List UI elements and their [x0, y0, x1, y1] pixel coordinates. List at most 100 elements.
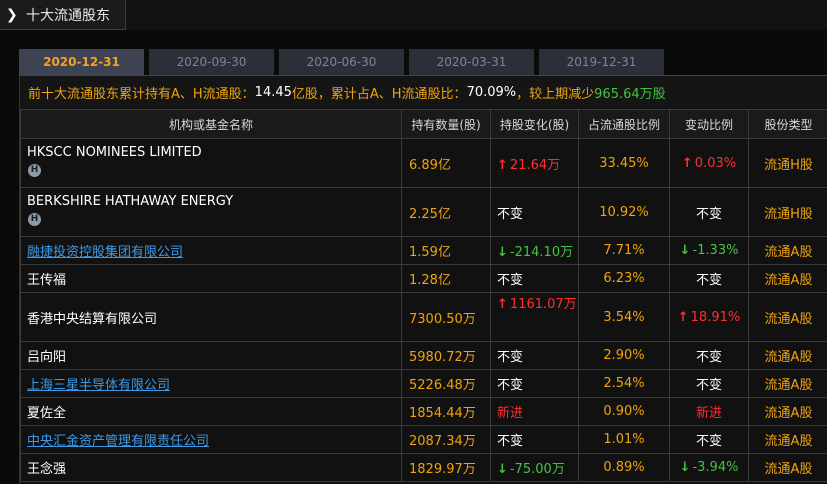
float-ratio-cell: 2.90%: [578, 341, 670, 370]
period-tabs: 2020-12-31 2020-09-30 2020-06-30 2020-03-31…: [19, 49, 669, 75]
change-ratio-cell-value: 不变: [695, 206, 722, 222]
holding-change-cell-value: 不变: [497, 350, 524, 365]
holding-change-cell-value: 21.64万: [509, 157, 561, 173]
table-row: 吕向阳 5980.72万 不变 2.90% 不变 流通A股: [20, 341, 827, 370]
tab-period[interactable]: 2020-12-31: [19, 49, 144, 75]
holder-name-cell: BERKSHIRE HATHAWAY ENERGY H: [20, 187, 402, 237]
table-row: 融捷投资控股集团有限公司 1.59亿 ↓ -214.10万 7.71% ↓ -1.33% 流通…: [20, 236, 827, 265]
column-header: 占流通股比例: [578, 109, 670, 139]
share-type-cell: 流通A股: [748, 369, 827, 398]
share-type-cell: 流通A股: [748, 425, 827, 454]
shareholder-table: 机构或基金名称 持有数量(股) 持股变化(股) 占流通股比例 变动比例 股份类型 HKSC…: [20, 109, 827, 482]
holding-change-cell-value: -214.10万: [509, 245, 574, 260]
table-row: 王念强 1829.97万 ↓ -75.00万 0.89% ↓ -3.94% 流通A股: [20, 453, 827, 482]
change-ratio-cell-value: 0.03%: [694, 155, 737, 171]
tab-period[interactable]: 2020-06-30: [279, 49, 404, 75]
shareholder-panel: 前十大流通股东累计持有A、H流通股： 14.45 亿股，累计占A、H流通股比： …: [19, 75, 827, 484]
chevron-right-icon: ❯: [6, 6, 18, 23]
change-ratio-cell-value: 不变: [695, 434, 722, 449]
column-header: 机构或基金名称: [20, 109, 402, 139]
holding-cell: 1.59亿: [401, 236, 491, 265]
change-ratio-cell: ↑ 0.03%: [669, 138, 749, 188]
column-header: 股份类型: [748, 109, 827, 139]
holder-name: 夏佐全: [27, 406, 67, 421]
arrow-down-icon: ↓: [497, 462, 508, 477]
holding-change-cell-value: 1161.07万: [509, 297, 577, 312]
table-row: 王传福 1.28亿 不变 6.23% 不变 流通A股: [20, 264, 827, 293]
share-type-cell: 流通H股: [748, 138, 827, 188]
holding-cell: 2.25亿: [401, 187, 491, 237]
holding-change-cell-value: 不变: [497, 378, 524, 393]
change-ratio-cell-value: 不变: [695, 350, 722, 365]
float-ratio-cell: 7.71%: [578, 236, 670, 265]
h-share-badge-icon: H: [28, 164, 41, 177]
table-row: BERKSHIRE HATHAWAY ENERGY H 2.25亿 不变 10.92% 不…: [20, 187, 827, 237]
column-header: 变动比例: [669, 109, 749, 139]
holding-cell: 5226.48万: [401, 369, 491, 398]
holding-cell: 2087.34万: [401, 425, 491, 454]
holder-name-link[interactable]: 中央汇金资产管理有限责任公司: [27, 434, 209, 449]
share-type-cell: 流通H股: [748, 187, 827, 237]
change-ratio-cell-value: -3.94%: [692, 460, 739, 475]
share-type-cell: 流通A股: [748, 292, 827, 342]
float-ratio-cell: 0.89%: [578, 453, 670, 482]
arrow-up-icon: ↑: [497, 157, 508, 173]
change-ratio-cell-value: 不变: [695, 273, 722, 288]
change-ratio-cell: ↓ -3.94%: [669, 453, 749, 482]
holder-name: HKSCC NOMINEES LIMITED: [27, 145, 202, 160]
float-ratio-cell: 6.23%: [578, 264, 670, 293]
arrow-up-icon: ↑: [677, 309, 689, 325]
table-row: 上海三星半导体有限公司 5226.48万 不变 2.54% 不变 流通A股: [20, 369, 827, 398]
holder-name-cell: 王传福: [20, 264, 402, 293]
holding-cell: 1854.44万: [401, 397, 491, 426]
table-header-row: 机构或基金名称 持有数量(股) 持股变化(股) 占流通股比例 变动比例 股份类型: [20, 109, 827, 139]
table-row: 中央汇金资产管理有限责任公司 2087.34万 不变 1.01% 不变 流通A股: [20, 425, 827, 454]
holding-change-cell: 不变: [490, 369, 579, 398]
float-ratio-cell: 2.54%: [578, 369, 670, 398]
holder-name: 吕向阳: [27, 350, 67, 365]
holder-name: 香港中央结算有限公司: [27, 311, 158, 327]
holding-change-cell: ↓ -214.10万: [490, 236, 579, 265]
holder-name-cell: 吕向阳: [20, 341, 402, 370]
holding-change-cell-value: 新进: [497, 406, 524, 421]
table-row: HKSCC NOMINEES LIMITED H 6.89亿 ↑ 21.64万 33.45…: [20, 138, 827, 188]
h-share-badge-icon: H: [28, 213, 41, 226]
holding-cell: 5980.72万: [401, 341, 491, 370]
share-type-cell: 流通A股: [748, 341, 827, 370]
holder-name-cell: 夏佐全: [20, 397, 402, 426]
holding-change-cell-value: 不变: [497, 206, 524, 222]
holding-change-cell-value: -75.00万: [509, 462, 565, 477]
holding-cell: 1.28亿: [401, 264, 491, 293]
float-ratio-cell: 33.45%: [578, 138, 670, 188]
share-type-cell: 流通A股: [748, 453, 827, 482]
arrow-down-icon: ↓: [679, 460, 691, 475]
holder-name-link[interactable]: 上海三星半导体有限公司: [27, 378, 170, 393]
holder-name-cell[interactable]: 融捷投资控股集团有限公司: [20, 236, 402, 265]
holder-name: 王传福: [27, 273, 67, 288]
holder-name-cell[interactable]: 上海三星半导体有限公司: [20, 369, 402, 398]
holding-change-cell-value: 不变: [497, 434, 524, 449]
holding-change-cell: 不变: [490, 341, 579, 370]
change-ratio-cell-value: 新进: [695, 406, 722, 421]
float-ratio-cell: 0.90%: [578, 397, 670, 426]
change-ratio-cell: ↑ 18.91%: [669, 292, 749, 342]
summary-change: 965.64万股: [594, 86, 666, 102]
holder-name-cell: 香港中央结算有限公司: [20, 292, 402, 342]
holding-change-cell: ↓ -75.00万: [490, 453, 579, 482]
tab-period[interactable]: 2020-03-31: [409, 49, 534, 75]
summary-prefix: 前十大流通股东累计持有A、H流通股：: [28, 86, 255, 102]
summary-ratio: 70.09%: [466, 84, 517, 100]
tab-period[interactable]: 2020-09-30: [149, 49, 274, 75]
section-title-tab[interactable]: ❯ 十大流通股东: [0, 0, 126, 30]
tab-period[interactable]: 2019-12-31: [539, 49, 664, 75]
float-ratio-cell: 10.92%: [578, 187, 670, 237]
change-ratio-cell: 不变: [669, 264, 749, 293]
holder-name-cell[interactable]: 中央汇金资产管理有限责任公司: [20, 425, 402, 454]
holding-cell: 1829.97万: [401, 453, 491, 482]
change-ratio-cell-value: 不变: [695, 378, 722, 393]
holder-name-link[interactable]: 融捷投资控股集团有限公司: [27, 245, 183, 260]
holding-change-cell: 不变: [490, 187, 579, 237]
change-ratio-cell: ↓ -1.33%: [669, 236, 749, 265]
float-ratio-cell: 1.01%: [578, 425, 670, 454]
arrow-up-icon: ↑: [681, 155, 693, 171]
